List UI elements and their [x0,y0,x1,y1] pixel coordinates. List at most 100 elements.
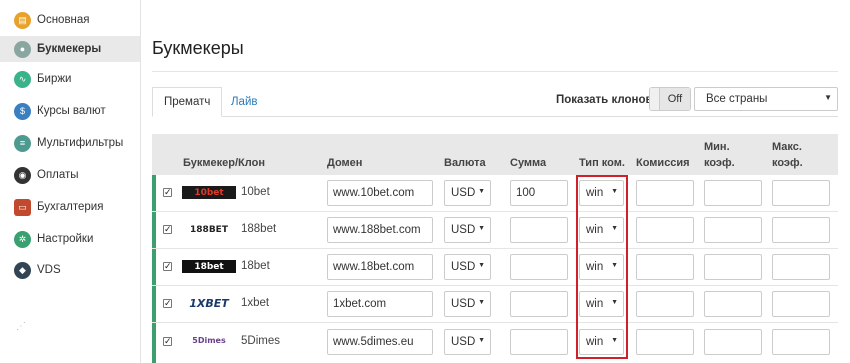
bookmaker-logo: 5Dimes [182,334,236,347]
bookmaker-logo: 1XBET [182,297,236,310]
sidebar-item-label: Основная [37,14,90,26]
commission-type-value: win [586,224,604,236]
table-header: Букмекер/Клон Домен Валюта Сумма Тип ком… [152,134,838,175]
max-coef-input[interactable] [772,291,830,317]
exchange-icon: ∿ [14,70,31,88]
divider [152,71,838,72]
currency-select[interactable]: USD ▼ [444,291,491,317]
sidebar-item-label: Биржи [37,73,72,85]
chevron-down-icon: ▼ [611,225,618,232]
amount-input[interactable] [510,217,568,243]
commission-type-value: win [586,187,604,199]
amount-input[interactable] [510,291,568,317]
domain-input[interactable]: www.10bet.com [327,180,433,206]
domain-input[interactable]: www.188bet.com [327,217,433,243]
table-row: ✓ 18bet 18bet www.18bet.com USD ▼ win ▼ [152,249,838,286]
commission-input[interactable] [636,329,694,355]
commission-type-select[interactable]: win ▼ [579,291,624,317]
min-coef-input[interactable] [704,254,762,280]
show-clones-toggle[interactable]: Off [649,87,691,111]
domain-input[interactable]: 1xbet.com [327,291,433,317]
bookmaker-logo: 18bet [182,260,236,273]
chevron-down-icon: ▼ [611,188,618,195]
table-row: ✓ 5Dimes 5Dimes www.5dimes.eu USD ▼ win ▼ [152,323,838,363]
commission-input[interactable] [636,291,694,317]
chevron-down-icon: ▼ [611,299,618,306]
briefcase-icon: ▭ [14,198,31,216]
tab-prematch[interactable]: Прематч [152,87,223,117]
row-accent [152,175,156,211]
min-coef-input[interactable] [704,291,762,317]
commission-input[interactable] [636,217,694,243]
sidebar-item-settings[interactable]: ✲ Настройки [0,226,140,252]
currency-select[interactable]: USD ▼ [444,217,491,243]
sidebar-item-vds[interactable]: ◆ VDS [0,257,140,283]
min-coef-input[interactable] [704,180,762,206]
commission-type-select[interactable]: win ▼ [579,217,624,243]
col-commission-type: Тип ком. [579,157,625,169]
sidebar-item-accounting[interactable]: ▭ Бухгалтерия [0,194,140,220]
currency-value: USD [451,298,476,310]
row-accent [152,249,156,285]
currency-value: USD [451,224,476,236]
table-row: ✓ 1XBET 1xbet 1xbet.com USD ▼ win ▼ [152,286,838,323]
sidebar-item-exchanges[interactable]: ∿ Биржи [0,66,140,92]
row-accent [152,323,156,363]
currency-select[interactable]: USD ▼ [444,254,491,280]
chevron-down-icon: ▼ [478,299,485,306]
commission-type-value: win [586,298,604,310]
row-checkbox[interactable]: ✓ [163,337,172,346]
chevron-down-icon: ▼ [478,262,485,269]
max-coef-input[interactable] [772,180,830,206]
row-accent [152,212,156,248]
row-checkbox[interactable]: ✓ [163,225,172,234]
commission-input[interactable] [636,254,694,280]
sidebar-item-multifilters[interactable]: ≡ Мультифильтры [0,130,140,156]
show-clones-label: Показать клонов: [556,94,657,106]
amount-input[interactable]: 100 [510,180,568,206]
sidebar-item-main[interactable]: ▤ Основная [0,7,140,33]
amount-input[interactable] [510,329,568,355]
page-title: Букмекеры [152,38,244,58]
max-coef-input[interactable] [772,254,830,280]
currency-value: USD [451,261,476,273]
row-checkbox[interactable]: ✓ [163,188,172,197]
min-coef-input[interactable] [704,217,762,243]
sidebar-item-bookmakers[interactable]: ● Букмекеры [0,36,140,62]
bookmaker-name: 10bet [241,186,270,198]
domain-input[interactable]: www.18bet.com [327,254,433,280]
tab-live[interactable]: Лайв [220,87,268,117]
currency-value: USD [451,336,476,348]
commission-type-value: win [586,336,604,348]
row-accent [152,286,156,322]
commission-type-select[interactable]: win ▼ [579,329,624,355]
sidebar-collapse-handle[interactable]: ⋰ [16,322,26,332]
bookmaker-name: 5Dimes [241,335,280,347]
chevron-down-icon: ▼ [611,262,618,269]
sidebar-item-payments[interactable]: ◉ Оплаты [0,162,140,188]
country-select[interactable]: Все страны ▼ [694,87,838,111]
currency-select[interactable]: USD ▼ [444,180,491,206]
bookmaker-logo: 10bet [182,186,236,199]
country-select-value: Все страны [706,93,768,105]
sidebar-item-label: Бухгалтерия [37,201,104,213]
col-domain: Домен [327,157,363,169]
commission-type-select[interactable]: win ▼ [579,254,624,280]
sidebar-item-currency[interactable]: $ Курсы валют [0,98,140,124]
gear-icon: ✲ [14,230,31,248]
col-currency: Валюта [444,157,486,169]
table-row: ✓ 188BET 188bet www.188bet.com USD ▼ win ▼ [152,212,838,249]
row-checkbox[interactable]: ✓ [163,262,172,271]
min-coef-input[interactable] [704,329,762,355]
commission-input[interactable] [636,180,694,206]
currency-select[interactable]: USD ▼ [444,329,491,355]
max-coef-input[interactable] [772,329,830,355]
sidebar-item-label: Букмекеры [37,43,102,55]
max-coef-input[interactable] [772,217,830,243]
domain-input[interactable]: www.5dimes.eu [327,329,433,355]
amount-input[interactable] [510,254,568,280]
commission-type-select[interactable]: win ▼ [579,180,624,206]
sidebar-item-label: Мультифильтры [37,137,124,149]
sidebar-item-label: VDS [37,264,61,276]
row-checkbox[interactable]: ✓ [163,299,172,308]
